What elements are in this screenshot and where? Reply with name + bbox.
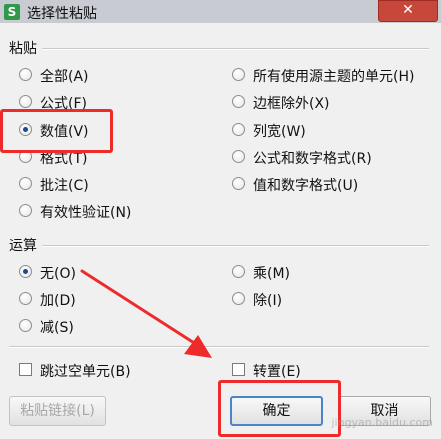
annotation-arrow-icon xyxy=(80,269,212,358)
watermark: jingyan.baidu.com xyxy=(331,416,433,429)
